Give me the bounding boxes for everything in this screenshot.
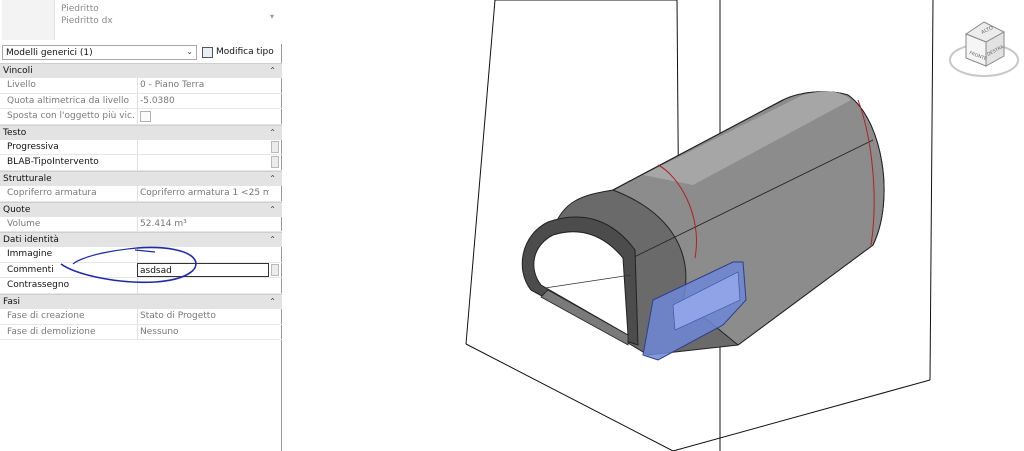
property-value[interactable]: Copriferro armatura 1 <25 m... xyxy=(137,185,269,201)
property-row-progressiva: Progressiva xyxy=(0,139,282,156)
property-value[interactable]: 0 - Piano Terra xyxy=(137,78,269,93)
section-title: Strutturale xyxy=(3,173,52,184)
type-preview-thumbnail xyxy=(2,0,55,40)
property-row-copriferro: Copriferro armatura Copriferro armatura … xyxy=(0,185,282,202)
property-value[interactable]: Stato di Progetto xyxy=(137,308,269,324)
property-row-sposta: Sposta con l'oggetto più vic... xyxy=(0,109,282,125)
type-selector-dropdown-icon[interactable]: ▾ xyxy=(270,12,274,21)
property-label: Fase di creazione xyxy=(7,310,85,321)
property-value: 52.414 m³ xyxy=(137,216,269,232)
3d-model-view[interactable] xyxy=(283,0,1024,451)
family-name: Piedritto xyxy=(61,4,99,14)
section-title: Fasi xyxy=(3,296,21,307)
type-name: Piedritto dx xyxy=(61,16,113,26)
section-title: Vincoli xyxy=(3,66,33,76)
property-label: Fase di demolizione xyxy=(7,326,96,337)
section-title: Dati identità xyxy=(3,235,59,246)
section-title: Quote xyxy=(3,204,31,215)
viewcube-icon[interactable]: ALTO FRONTE DESTRA xyxy=(944,12,1024,82)
property-row-tipointervento: BLAB-TipoIntervento xyxy=(0,155,282,171)
properties-grid: Vincoli ⌃ Livello 0 - Piano Terra Quota … xyxy=(0,63,282,341)
3d-viewport[interactable] xyxy=(283,0,1024,451)
instance-filter-label: Modelli generici (1) xyxy=(6,48,93,58)
section-header-fasi[interactable]: Fasi ⌃ xyxy=(0,293,282,309)
property-row-fase-demolizione: Fase di demolizione Nessuno xyxy=(0,324,282,341)
edit-type-label: Modifica tipo xyxy=(216,47,274,57)
handdrawn-annotation-ellipse xyxy=(60,246,197,284)
property-value[interactable]: -5.0380 xyxy=(137,93,269,109)
property-label: Sposta con l'oggetto più vic... xyxy=(7,111,135,122)
section-header-testo[interactable]: Testo ⌃ xyxy=(0,124,282,140)
property-label: Copriferro armatura xyxy=(7,187,97,198)
tunnel-lining-model[interactable] xyxy=(521,91,885,361)
property-label: BLAB-TipoIntervento xyxy=(7,157,99,168)
edit-type-button[interactable]: Modifica tipo xyxy=(200,45,280,60)
edit-type-icon xyxy=(202,47,213,58)
property-value[interactable]: Nessuno xyxy=(137,324,269,340)
property-value[interactable] xyxy=(137,139,269,155)
property-value[interactable] xyxy=(137,155,269,170)
collapse-icon[interactable]: ⌃ xyxy=(269,235,276,244)
property-row-volume: Volume 52.414 m³ xyxy=(0,216,282,233)
type-selector[interactable]: Piedritto Piedritto dx ▾ xyxy=(0,0,282,44)
property-value-checkbox-cell xyxy=(137,109,269,124)
section-header-quote[interactable]: Quote ⌃ xyxy=(0,201,282,217)
properties-palette: Piedritto Piedritto dx ▾ Modelli generic… xyxy=(0,0,282,451)
property-label: Quota altimetrica da livello xyxy=(7,95,130,106)
edit-value-button[interactable] xyxy=(271,263,279,276)
checkbox[interactable] xyxy=(140,111,151,123)
section-title: Testo xyxy=(3,127,27,138)
collapse-icon[interactable]: ⌃ xyxy=(269,297,276,306)
collapse-icon[interactable]: ⌃ xyxy=(269,174,276,183)
edit-value-button[interactable] xyxy=(271,156,279,169)
property-label: Volume xyxy=(7,218,41,229)
property-label: Progressiva xyxy=(7,141,59,152)
section-header-vincoli[interactable]: Vincoli ⌃ xyxy=(0,63,282,78)
section-header-strutturale[interactable]: Strutturale ⌃ xyxy=(0,170,282,186)
property-row-livello: Livello 0 - Piano Terra xyxy=(0,78,282,94)
chevron-down-icon: ⌄ xyxy=(186,47,193,56)
property-label: Livello xyxy=(7,80,36,90)
property-row-quota: Quota altimetrica da livello -5.0380 xyxy=(0,93,282,110)
edit-value-button[interactable] xyxy=(271,140,279,153)
collapse-icon[interactable]: ⌃ xyxy=(269,66,276,75)
property-row-fase-creazione: Fase di creazione Stato di Progetto xyxy=(0,308,282,325)
instance-filter-dropdown[interactable]: Modelli generici (1) ⌄ xyxy=(2,45,197,60)
collapse-icon[interactable]: ⌃ xyxy=(269,205,276,214)
collapse-icon[interactable]: ⌃ xyxy=(269,128,276,137)
